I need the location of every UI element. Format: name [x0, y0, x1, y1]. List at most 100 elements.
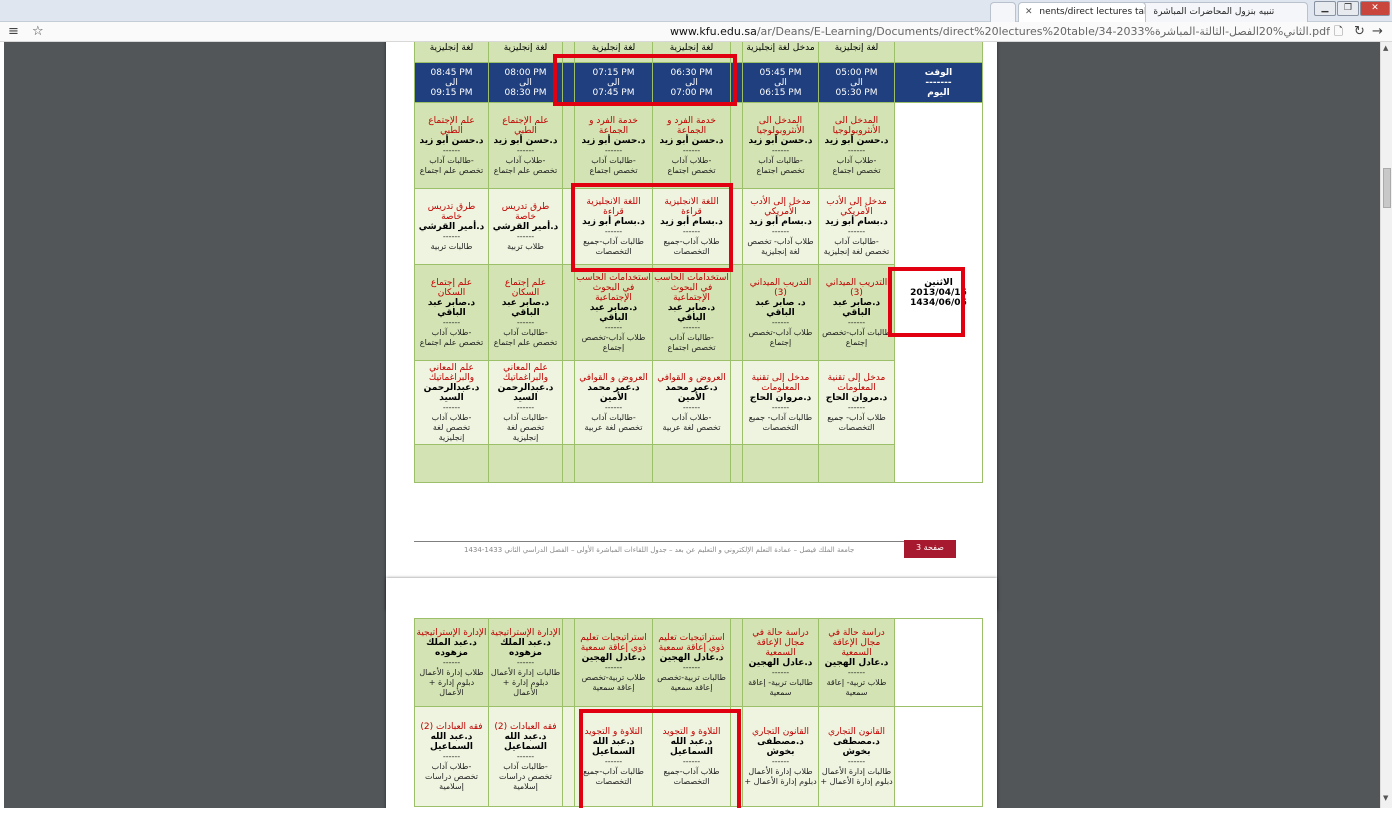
instructor-name: د.عادل الهجين	[581, 652, 646, 663]
spacer-cell	[894, 706, 983, 807]
instructor-name: د.عبد الملك مزهوده	[500, 637, 551, 658]
tab-title: nents/direct lectures table	[1039, 7, 1146, 17]
spacer-cell	[730, 188, 743, 265]
scroll-down-icon[interactable]: ▼	[1383, 794, 1388, 802]
course-title: التدريب الميداني (3)	[825, 277, 888, 298]
course-title: علم إجتماع السكان	[504, 277, 547, 298]
audience-text: ------ طالبات آداب- تخصص لغة عربية	[584, 402, 643, 432]
spacer-cell	[730, 706, 743, 807]
course-cell: القانون التجاري د.مصطفى بخوش ------ طلاب إد…	[742, 706, 819, 807]
pdf-viewer[interactable]: لغة إنجليزية لغة إنجليزية لغة إنجليزية ل…	[4, 42, 1380, 808]
course-cell: فقه العبادات (2) د.عبد الله السماعيل -----…	[414, 706, 489, 807]
instructor-name: د.عمر محمد الأمين	[587, 382, 640, 403]
instructor-name: د.بسام أبو زيد	[825, 216, 888, 227]
course-cell: اللغة الانجليزية قراءة د.بسام أبو زيد ----…	[652, 188, 731, 265]
spacer-cell	[562, 706, 575, 807]
cell-top-label: لغة إنجليزية	[818, 42, 895, 63]
audience-text: ------ طلاب آداب- جميع التخصصات	[827, 402, 886, 432]
spacer-cell	[818, 444, 895, 483]
scrollbar[interactable]: ▲ ▼	[1380, 42, 1392, 808]
audience-text: ------ طالبات آداب- تخصص لغة إنجليزية	[823, 226, 890, 256]
course-cell: التدريب الميداني (3) د. صابر عبد الباقي --…	[742, 264, 819, 361]
course-cell: طرق تدريس خاصة د.أمير القرشي ------ طلاب تر…	[488, 188, 563, 265]
schedule-table: لغة إنجليزية لغة إنجليزية لغة إنجليزية ل…	[414, 42, 983, 483]
course-title: دراسة حالة في مجال الإعاقة السمعية	[828, 627, 885, 658]
tab-pdf[interactable]: ✕ nents/direct lectures table	[1018, 2, 1146, 22]
course-title: العروض و القوافي	[579, 372, 648, 383]
course-cell: علم المعاني والبراغماتيك د.عبدالرحمن السي…	[414, 360, 489, 445]
instructor-name: د.عبدالرحمن السيد	[423, 382, 480, 403]
scrollbar-thumb[interactable]	[1383, 168, 1391, 208]
course-title: استخدامات الحاسب في البحوث الإجتماعية	[576, 272, 651, 303]
audience-text: ------ طالبات آداب- جميع التخصصات	[748, 402, 813, 432]
time-slot-header: 05:00 PM الى 05:30 PM	[818, 62, 895, 103]
audience-text: ------ طلاب آداب- تخصص لغة عربية	[662, 402, 721, 432]
course-title: القانون التجاري	[827, 726, 886, 737]
audience-text: ------ طالبات تربية	[430, 231, 473, 251]
course-cell: العروض و القوافي د.عمر محمد الأمين ------ ط…	[652, 360, 731, 445]
spacer-cell	[742, 444, 819, 483]
course-cell: اللغة الانجليزية قراءة د.بسام أبو زيد ----…	[574, 188, 653, 265]
instructor-name: د.عادل الهجين	[659, 652, 724, 663]
audience-text: ------ طالبات إدارة الأعمال + دبلوم إدارة …	[820, 756, 893, 786]
instructor-name: د.عمر محمد الأمين	[665, 382, 718, 403]
minimize-icon[interactable]: ▁	[1314, 1, 1336, 16]
url-path: /ar/Deans/E-Learning/Documents/direct%20…	[756, 25, 1330, 38]
audience-text: ------ طالبات تربية- إعاقة سمعية	[748, 667, 813, 697]
maximize-icon[interactable]: ❐	[1337, 1, 1359, 16]
course-cell: علم الإجتماع الطبي د.حسن أبو زيد ------ طال…	[414, 102, 489, 189]
tab-announcement[interactable]: ✕ تنبيه بنزول المحاضرات المباشرة	[1132, 2, 1308, 22]
course-cell: استخدامات الحاسب في البحوث الإجتماعية د.ص…	[574, 264, 653, 361]
course-cell: التلاوة و التجويد د.عبد الله السماعيل ----…	[574, 706, 653, 807]
instructor-name: د.حسن أبو زيد	[824, 135, 889, 146]
course-title: الإدارة الإستراتيجية	[416, 627, 487, 638]
instructor-name: د.عبدالرحمن السيد	[497, 382, 554, 403]
new-tab-button[interactable]	[990, 2, 1016, 22]
course-title: علم الإجتماع الطبي	[428, 115, 475, 136]
page-number-badge: صفحة 3	[904, 540, 956, 558]
instructor-name: د.صابر عبد الباقي	[667, 302, 716, 323]
spacer-cell	[414, 444, 489, 483]
course-cell: مدخل إلى تقنية المعلومات د.مروان الحاج ---…	[818, 360, 895, 445]
audience-text: ------ طالبات تربية-تخصص إعاقة سمعية	[657, 662, 726, 692]
audience-text: ------ طالبات آداب-جميع التخصصات	[583, 226, 644, 256]
audience-text: ------ طالبات آداب- تخصص اجتماع	[756, 145, 805, 175]
course-cell: القانون التجاري د.مصطفى بخوش ------ طالبات …	[818, 706, 895, 807]
instructor-name: د.مصطفى بخوش	[833, 736, 880, 757]
course-cell: خدمة الفرد و الجماعة د.حسن أبو زيد ------ ط…	[652, 102, 731, 189]
audience-text: ------ طالبات آداب- تخصص علم اجتماع	[419, 145, 484, 175]
course-title: اللغة الانجليزية قراءة	[664, 196, 719, 217]
instructor-name: د.عبد الله السماعيل	[592, 736, 635, 757]
footer-text: جامعة الملك فيصل – عمادة التعلم الإلكترو…	[464, 546, 855, 554]
close-tab-icon[interactable]: ✕	[1025, 7, 1033, 17]
instructor-name: د.عادل الهجين	[824, 657, 889, 668]
course-cell: فقه العبادات (2) د.عبد الله السماعيل -----…	[488, 706, 563, 807]
audience-text: ------ طالبات آداب- تخصص اجتماع	[667, 322, 716, 352]
instructor-name: د. صابر عبد الباقي	[755, 297, 806, 318]
time-slot-header: 06:30 PM الى 07:00 PM	[652, 62, 731, 103]
back-icon[interactable]: →	[1372, 24, 1383, 40]
audience-text: ------ طلاب تربية- إعاقة سمعية	[826, 667, 887, 697]
course-cell: مدخل إلى تقنية المعلومات د.مروان الحاج ---…	[742, 360, 819, 445]
address-bar[interactable]: www.kfu.edu.sa/ar/Deans/E-Learning/Docum…	[60, 24, 1330, 40]
cell-top-label: لغة إنجليزية	[488, 42, 563, 63]
course-title: الإدارة الإستراتيجية	[490, 627, 561, 638]
instructor-name: د.حسن أبو زيد	[659, 135, 724, 146]
course-title: دراسة حالة في مجال الإعاقة السمعية	[752, 627, 809, 658]
reload-icon[interactable]: ↻	[1354, 24, 1365, 40]
audience-text: ------ طلاب آداب- تخصص دراسات إسلامية	[425, 751, 478, 791]
close-window-icon[interactable]: ✕	[1360, 1, 1390, 16]
time-slot-header: 07:15 PM الى 07:45 PM	[574, 62, 653, 103]
course-title: علم المعاني والبراغماتيك	[502, 362, 549, 383]
course-title: القانون التجاري	[751, 726, 810, 737]
audience-text: ------ طالبات آداب- تخصص لغة إنجليزية	[503, 402, 548, 442]
instructor-name: د.صابر عبد الباقي	[589, 302, 638, 323]
star-icon[interactable]: ☆	[32, 24, 44, 40]
audience-text: ------ طلاب آداب- تخصص لغة إنجليزية	[431, 402, 472, 442]
audience-text: ------ طالبات آداب- تخصص دراسات إسلامية	[499, 751, 552, 791]
menu-icon[interactable]: ≡	[8, 24, 19, 40]
spacer-cell	[730, 444, 743, 483]
time-slot-header: 08:00 PM الى 08:30 PM	[488, 62, 563, 103]
scroll-up-icon[interactable]: ▲	[1383, 44, 1388, 52]
instructor-name: د.عبد الملك مزهوده	[426, 637, 477, 658]
